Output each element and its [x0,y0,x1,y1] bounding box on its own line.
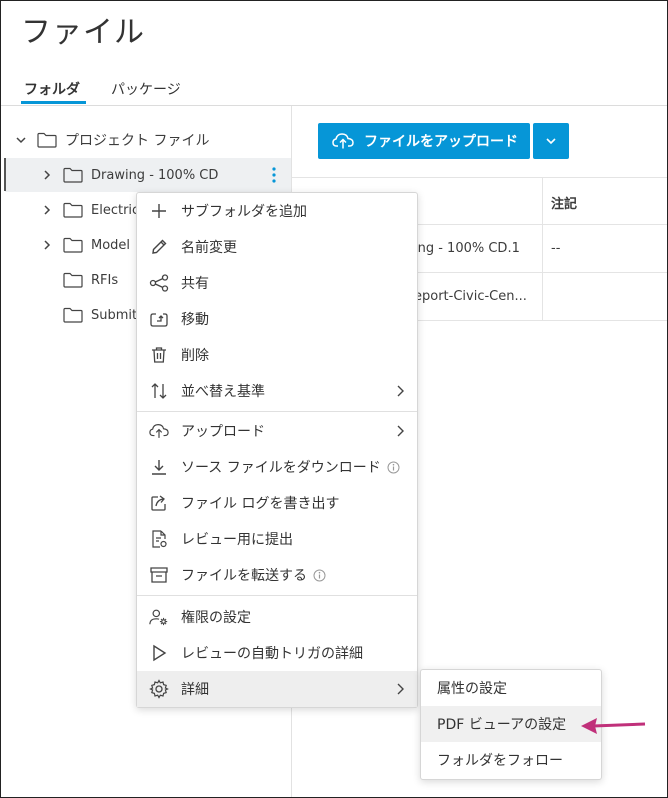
app-window: ファイル フォルダ パッケージ プロジェクト ファイル Drawing - 10… [0,0,668,798]
page-title: ファイル [21,15,145,50]
chevron-right-icon [395,682,405,700]
active-tab-indicator [21,101,86,104]
menu-item-label: ソース ファイルをダウンロード [181,460,381,476]
tree-item-drawing[interactable]: Drawing - 100% CD [5,158,291,192]
plus-icon [149,201,169,221]
share-icon [149,273,169,293]
upload-files-button[interactable]: ファイルをアップロード [318,123,530,159]
tree-item-model[interactable]: Model [39,228,130,262]
tree-item-label: Drawing - 100% CD [91,167,219,183]
submenu-item-pdf-viewer-settings[interactable]: PDF ビューアの設定 [421,706,601,742]
menu-item-label: レビュー用に提出 [181,532,293,548]
table-cell-name[interactable]: eport-Civic-Cen... [414,289,539,304]
chevron-down-icon[interactable] [13,132,29,148]
menu-item-label: 共有 [181,276,209,292]
menu-item-delete[interactable]: 削除 [137,337,417,373]
folder-icon [63,167,83,183]
tree-item-label: RFIs [91,272,119,288]
tree-item-electric[interactable]: Electric [39,193,139,227]
more-options-icon[interactable] [271,166,277,188]
folder-icon [63,202,83,218]
info-icon[interactable] [313,569,326,582]
chevron-right-icon[interactable] [39,167,55,183]
annotation-arrow-icon [581,718,646,734]
download-icon [149,457,169,477]
archive-icon [149,565,169,585]
menu-item-label: 名前変更 [181,240,237,256]
menu-item-permissions[interactable]: 権限の設定 [137,599,417,635]
submenu-item-attributes[interactable]: 属性の設定 [421,670,601,706]
menu-item-download-source[interactable]: ソース ファイルをダウンロード [137,449,417,485]
tree-item-submittals[interactable]: Submit [63,298,137,332]
menu-item-review-autotrigger[interactable]: レビューの自動トリガの詳細 [137,635,417,671]
tree-root-label: プロジェクト ファイル [65,133,210,149]
chevron-right-icon [395,424,405,442]
column-header-notes[interactable]: 注記 [551,193,577,212]
review-icon [149,529,169,549]
table-top-border [292,177,667,178]
upload-button-label: ファイルをアップロード [364,134,518,150]
menu-item-sort-by[interactable]: 並べ替え基準 [137,373,417,409]
tab-folders[interactable]: フォルダ [24,79,80,99]
tree-item-label: Electric [91,202,140,218]
menu-item-label: 権限の設定 [181,610,251,626]
menu-item-export-log[interactable]: ファイル ログを書き出す [137,485,417,521]
selection-bar [4,158,6,191]
menu-item-upload[interactable]: アップロード [137,413,417,449]
play-icon [149,643,169,663]
menu-separator [137,595,417,596]
cloud-upload-icon [149,421,169,441]
menu-item-label: ファイルを転送する [181,568,307,584]
menu-separator [137,411,417,412]
details-submenu: 属性の設定 PDF ビューアの設定 フォルダをフォロー [420,669,602,780]
menu-item-rename[interactable]: 名前変更 [137,229,417,265]
tree-item-label: Model [91,237,131,253]
menu-item-label: ファイル ログを書き出す [181,496,340,512]
user-gear-icon [149,607,169,627]
submenu-item-follow-folder[interactable]: フォルダをフォロー [421,742,601,778]
gear-icon [149,679,169,699]
move-icon [149,309,169,329]
chevron-right-icon[interactable] [39,237,55,253]
folder-icon [37,132,57,148]
export-icon [149,493,169,513]
folder-icon [63,307,83,323]
tree-item-rfis[interactable]: RFIs [63,263,118,297]
trash-icon [149,345,169,365]
table-column-divider [542,177,543,320]
menu-item-label: 削除 [181,348,209,364]
menu-item-move[interactable]: 移動 [137,301,417,337]
menu-item-label: アップロード [181,424,265,440]
pencil-icon [149,237,169,257]
menu-item-label: 移動 [181,312,209,328]
tab-packages[interactable]: パッケージ [111,79,181,99]
menu-item-add-subfolder[interactable]: サブフォルダを追加 [137,193,417,229]
chevron-right-icon [395,384,405,402]
chevron-down-icon [546,138,556,145]
chevron-right-icon[interactable] [39,202,55,218]
menu-item-label: サブフォルダを追加 [181,204,307,220]
tree-root[interactable]: プロジェクト ファイル [13,123,209,157]
menu-item-details[interactable]: 詳細 [137,671,417,707]
menu-item-submit-review[interactable]: レビュー用に提出 [137,521,417,557]
folder-icon [63,237,83,253]
menu-item-label: 並べ替え基準 [181,384,265,400]
table-cell-name[interactable]: ing - 100% CD.1 [414,241,539,256]
upload-dropdown-button[interactable] [533,123,569,159]
menu-item-share[interactable]: 共有 [137,265,417,301]
info-icon[interactable] [387,461,400,474]
menu-item-transmit-files[interactable]: ファイルを転送する [137,557,417,593]
cloud-upload-icon [332,132,354,150]
tab-divider [1,105,667,106]
tree-item-label: Submit [91,307,138,323]
menu-item-label: レビューの自動トリガの詳細 [181,646,363,662]
menu-item-label: 詳細 [181,682,209,698]
folder-icon [63,272,83,288]
context-menu: サブフォルダを追加 名前変更 共有 移動 削除 並べ替え基準 アップロード ソー… [136,192,418,708]
table-cell-notes: -- [551,241,561,256]
sort-icon [149,381,169,401]
